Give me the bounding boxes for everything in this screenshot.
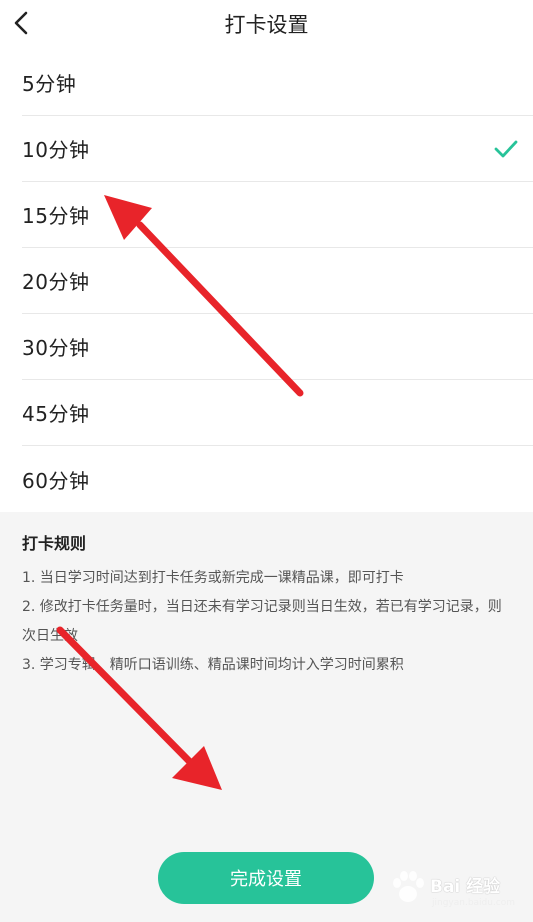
option-30-min[interactable]: 30分钟 bbox=[22, 314, 533, 380]
option-60-min[interactable]: 60分钟 bbox=[22, 446, 533, 512]
watermark-text: Bai 经验 bbox=[430, 877, 501, 897]
option-label: 20分钟 bbox=[22, 270, 90, 294]
complete-settings-button[interactable]: 完成设置 bbox=[158, 852, 374, 904]
option-label: 15分钟 bbox=[22, 204, 90, 228]
option-label: 10分钟 bbox=[22, 138, 90, 162]
rules-section: 打卡规则 1. 当日学习时间达到打卡任务或新完成一课精品课，即可打卡 2. 修改… bbox=[22, 530, 512, 680]
option-label: 60分钟 bbox=[22, 468, 90, 493]
paw-icon bbox=[393, 871, 424, 902]
checkmark-icon bbox=[494, 140, 518, 158]
option-label: 30分钟 bbox=[22, 336, 90, 360]
watermark-subtext: jingyan.baidu.com bbox=[432, 898, 516, 908]
option-5-min[interactable]: 5分钟 bbox=[22, 50, 533, 116]
rules-title: 打卡规则 bbox=[22, 534, 87, 553]
option-15-min[interactable]: 15分钟 bbox=[22, 182, 533, 248]
option-label: 45分钟 bbox=[22, 402, 90, 426]
option-label: 5分钟 bbox=[22, 72, 77, 96]
option-20-min[interactable]: 20分钟 bbox=[22, 248, 533, 314]
rule-item: 3. 学习专辑、精听口语训练、精品课时间均计入学习时间累积 bbox=[22, 657, 404, 673]
option-10-min[interactable]: 10分钟 bbox=[22, 116, 533, 182]
header: 打卡设置 bbox=[0, 0, 533, 50]
duration-options-list: 5分钟 10分钟 15分钟 20分钟 30分钟 45分钟 60分钟 bbox=[0, 50, 533, 512]
option-45-min[interactable]: 45分钟 bbox=[22, 380, 533, 446]
baidu-watermark: Bai 经验 jingyan.baidu.com bbox=[384, 862, 524, 914]
page-title: 打卡设置 bbox=[224, 13, 309, 37]
rule-item: 1. 当日学习时间达到打卡任务或新完成一课精品课，即可打卡 bbox=[22, 570, 404, 586]
rule-item: 2. 修改打卡任务量时，当日还未有学习记录则当日生效，若已有学习记录，则次日生效 bbox=[22, 599, 502, 644]
